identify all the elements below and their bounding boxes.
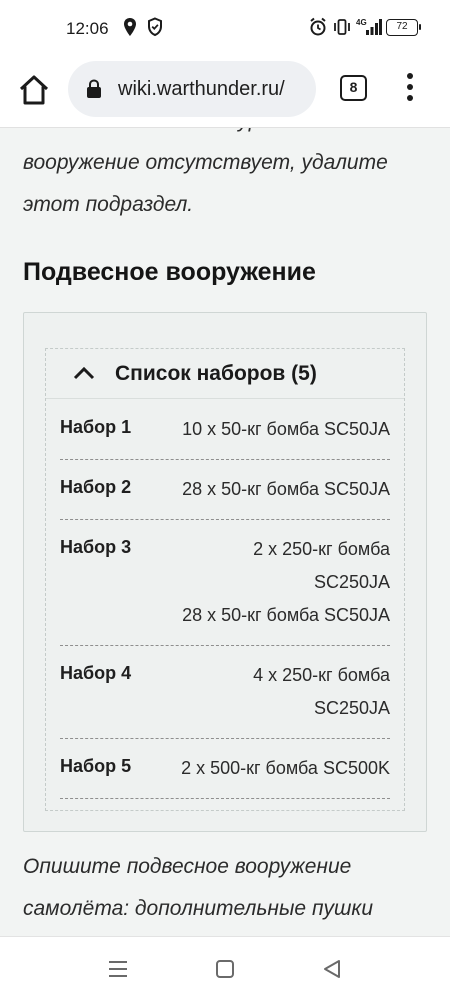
preset-line: 2 x 250-кг бомба	[253, 539, 390, 559]
tab-switcher-button[interactable]: 8	[340, 75, 367, 101]
lock-icon	[87, 79, 101, 98]
signal-icon: 4G	[356, 18, 382, 35]
preset-line: SC250JA	[313, 572, 390, 592]
preset-row: Набор 2 28 x 50-кг бомба SC50JA	[60, 460, 390, 520]
preset-value: 2 x 500-кг бомба SC500K	[160, 752, 390, 785]
system-nav-bar	[0, 936, 450, 1000]
preset-line: 10 x 50-кг бомба SC50JA	[182, 419, 390, 439]
preset-label: Набор 2	[60, 477, 132, 497]
more-vert-icon[interactable]	[399, 71, 421, 105]
status-bar: 12:06 4G 72	[0, 0, 450, 58]
back-icon[interactable]	[322, 959, 342, 979]
home-square-icon[interactable]	[215, 959, 235, 979]
preset-row: Набор 5 2 x 500-кг бомба SC500K	[60, 739, 390, 799]
page-content: использовать. Если курсовое вооружение о…	[0, 128, 450, 936]
url-text: wiki.warthunder.ru/	[118, 78, 285, 100]
description-paragraph: Опишите подвесное вооружение самолёта: д…	[23, 855, 374, 920]
preset-label: Набор 5	[60, 756, 132, 776]
preset-line: SC250JA	[313, 698, 390, 718]
vibrate-icon	[334, 19, 350, 35]
preset-label: Набор 4	[60, 663, 132, 683]
preset-row: Набор 3 2 x 250-кг бомба SC250JA 28 x 50…	[60, 520, 390, 646]
battery-icon: 72	[386, 19, 421, 36]
section-heading: Подвесное вооружение	[23, 258, 316, 286]
preset-line: 4 x 250-кг бомба	[253, 665, 390, 685]
recents-icon[interactable]	[107, 959, 129, 979]
presets-list: Набор 1 10 x 50-кг бомба SC50JA Набор 2 …	[60, 400, 390, 799]
preset-value: 4 x 250-кг бомба SC250JA	[160, 659, 390, 725]
svg-text:4G: 4G	[356, 18, 367, 27]
location-icon	[124, 18, 136, 36]
preset-line: 28 x 50-кг бомба SC50JA	[182, 479, 390, 499]
shield-icon	[148, 17, 162, 37]
presets-toggle[interactable]: Список наборов (5)	[46, 349, 404, 399]
presets-panel: Список наборов (5) Набор 1 10 x 50-кг бо…	[45, 348, 405, 811]
presets-title: Список наборов (5)	[115, 362, 317, 385]
preset-row: Набор 4 4 x 250-кг бомба SC250JA	[60, 646, 390, 739]
home-icon[interactable]	[16, 72, 52, 108]
preset-label: Набор 1	[60, 417, 132, 437]
chevron-up-icon	[73, 366, 95, 380]
alarm-icon	[310, 17, 326, 36]
preset-row: Набор 1 10 x 50-кг бомба SC50JA	[60, 400, 390, 460]
preset-line: 2 x 500-кг бомба SC500K	[181, 758, 390, 778]
preset-line: 28 x 50-кг бомба SC50JA	[182, 605, 390, 625]
preset-label: Набор 3	[60, 537, 132, 557]
browser-toolbar: wiki.warthunder.ru/ 8	[0, 58, 450, 128]
status-time: 12:06	[66, 19, 109, 38]
preset-value: 28 x 50-кг бомба SC50JA	[160, 473, 390, 506]
preset-value: 2 x 250-кг бомба SC250JA 28 x 50-кг бомб…	[160, 533, 390, 632]
description-paragraph: использовать. Если курсовое вооружение о…	[23, 128, 388, 216]
suspended-armament-box: Список наборов (5) Набор 1 10 x 50-кг бо…	[23, 312, 427, 832]
preset-value: 10 x 50-кг бомба SC50JA	[160, 413, 390, 446]
address-bar[interactable]: wiki.warthunder.ru/	[68, 61, 316, 117]
